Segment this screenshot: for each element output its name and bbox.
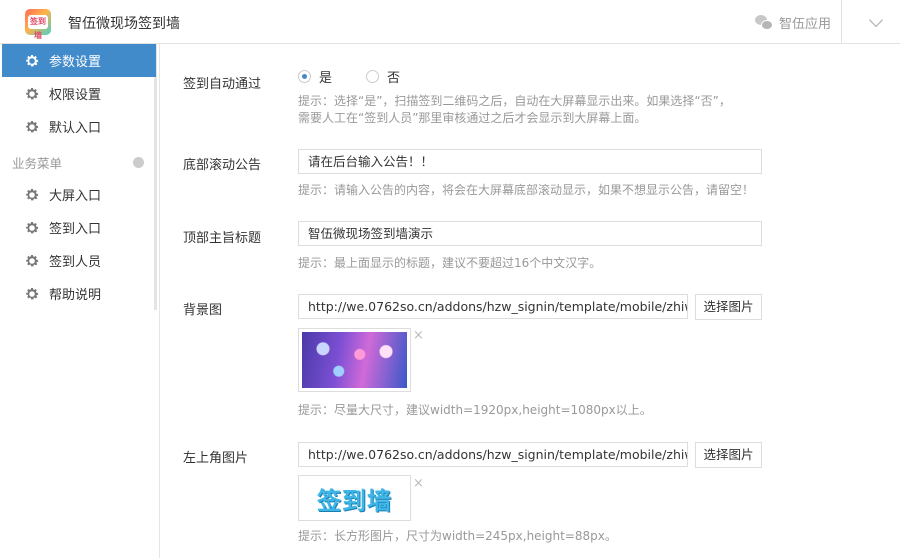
- auto-pass-hint-line2: 需要人工在“签到人员”那里审核通过之后才会显示到大屏幕上面。: [298, 111, 647, 125]
- sidebar: 参数设置 权限设置 默认入口 业务菜单 大屏入口 签到入口 签到人员 帮助说明: [0, 44, 159, 558]
- background-url-input[interactable]: http://we.0762so.cn/addons/hzw_signin/te…: [298, 294, 688, 319]
- sidebar-item-label: 大屏入口: [49, 189, 102, 204]
- gear-icon: [24, 253, 40, 269]
- gear-icon: [24, 286, 40, 302]
- sidebar-item-signin-entry[interactable]: 签到入口: [2, 211, 156, 244]
- auto-pass-radio-group: 是 否: [298, 67, 426, 86]
- radio-yes[interactable]: [298, 70, 311, 83]
- sidebar-item-label: 签到人员: [49, 255, 102, 270]
- background-label: 背景图: [183, 303, 223, 318]
- sidebar-item-label: 帮助说明: [49, 288, 102, 303]
- chevron-down-icon: [868, 12, 884, 27]
- top-title-input[interactable]: 智伍微现场签到墙演示: [298, 221, 762, 246]
- corner-image-select-button[interactable]: 选择图片: [695, 442, 762, 468]
- top-title-hint: 提示：最上面显示的标题，建议不要超过16个中文汉字。: [298, 256, 602, 270]
- settings-form: 签到自动通过 是 否 提示：选择“是”，扫描签到二维码之后，自动在大屏幕显示出来…: [160, 44, 900, 558]
- gear-icon: [24, 53, 40, 69]
- sidebar-item-permissions[interactable]: 权限设置: [2, 77, 156, 110]
- sidebar-item-help[interactable]: 帮助说明: [2, 277, 156, 310]
- sidebar-item-default-entry[interactable]: 默认入口: [2, 110, 156, 143]
- corner-image-preview: 签到墙: [298, 475, 411, 521]
- gear-icon: [24, 119, 40, 135]
- corner-image-remove-icon[interactable]: ×: [413, 476, 424, 491]
- sidebar-section-header[interactable]: 业务菜单: [12, 153, 144, 172]
- apps-menu-button[interactable]: 智伍应用: [754, 0, 842, 44]
- radio-yes-label[interactable]: 是: [319, 67, 332, 86]
- notice-label: 底部滚动公告: [183, 158, 262, 173]
- wechat-icon: [754, 14, 773, 30]
- notice-input[interactable]: 请在后台输入公告！！: [298, 149, 762, 174]
- background-hint: 提示：尽量大尺寸，建议width=1920px,height=1080px以上。: [298, 403, 652, 417]
- auto-pass-hint: 提示：选择“是”，扫描签到二维码之后，自动在大屏幕显示出来。如果选择“否”， 需…: [298, 93, 731, 127]
- auto-pass-hint-line1: 提示：选择“是”，扫描签到二维码之后，自动在大屏幕显示出来。如果选择“否”，: [298, 94, 731, 108]
- sidebar-item-label: 签到入口: [49, 222, 102, 237]
- corner-image-url-input[interactable]: http://we.0762so.cn/addons/hzw_signin/te…: [298, 442, 688, 467]
- collapse-icon[interactable]: [133, 157, 144, 168]
- top-title-label: 顶部主旨标题: [183, 231, 262, 246]
- top-bar: 签到墙 智伍微现场签到墙 智伍应用: [0, 0, 900, 44]
- section-title: 业务菜单: [12, 156, 63, 171]
- radio-no[interactable]: [366, 70, 380, 83]
- app-logo-text: 签到墙: [28, 15, 48, 40]
- background-remove-icon[interactable]: ×: [413, 328, 424, 343]
- background-preview: [298, 328, 411, 392]
- apps-label: 智伍应用: [778, 16, 831, 32]
- sidebar-item-label: 权限设置: [49, 88, 102, 103]
- notice-hint: 提示：请输入公告的内容，将会在大屏幕底部滚动显示，如果不想显示公告，请留空！: [298, 183, 755, 197]
- sidebar-item-big-screen[interactable]: 大屏入口: [2, 178, 156, 211]
- corner-image-label: 左上角图片: [183, 451, 249, 466]
- background-preview-image: [302, 332, 407, 388]
- sidebar-item-params[interactable]: 参数设置: [2, 44, 156, 77]
- sidebar-item-label: 默认入口: [49, 121, 102, 136]
- gear-icon: [24, 187, 40, 203]
- gear-icon: [24, 220, 40, 236]
- sidebar-panel: 参数设置 权限设置 默认入口 业务菜单 大屏入口 签到入口 签到人员 帮助说明: [0, 44, 157, 310]
- radio-no-label[interactable]: 否: [387, 67, 400, 86]
- corner-image-logo: 签到墙: [317, 486, 392, 515]
- corner-image-hint: 提示：长方形图片，尺寸为width=245px,height=88px。: [298, 529, 617, 543]
- sidebar-item-label: 参数设置: [49, 55, 102, 70]
- sidebar-item-signin-people[interactable]: 签到人员: [2, 244, 156, 277]
- background-select-button[interactable]: 选择图片: [695, 294, 762, 320]
- gear-icon: [24, 86, 40, 102]
- app-title: 智伍微现场签到墙: [68, 16, 180, 32]
- app-logo: 签到墙: [25, 9, 51, 40]
- auto-pass-label: 签到自动通过: [183, 77, 262, 92]
- header-dropdown-button[interactable]: [852, 0, 900, 44]
